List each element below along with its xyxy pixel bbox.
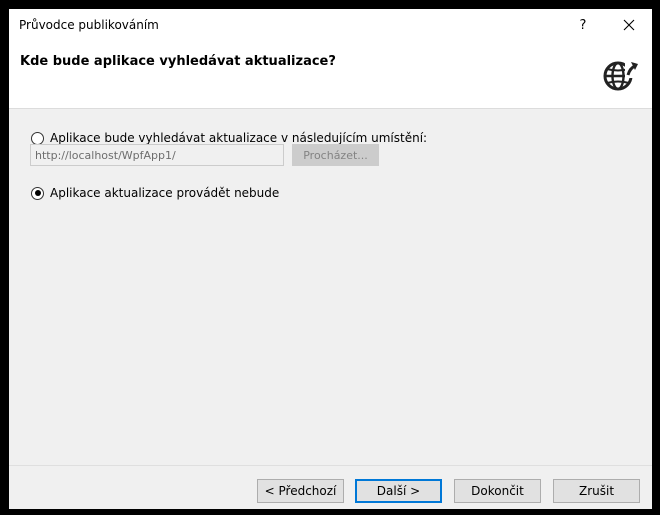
radio-label-check-location: Aplikace bude vyhledávat aktualizace v n… — [50, 131, 428, 145]
radio-label-no-updates: Aplikace aktualizace provádět nebude — [50, 186, 280, 200]
close-icon — [623, 19, 635, 31]
globe-arrow-icon — [603, 60, 639, 91]
radio-button-no-updates[interactable] — [31, 186, 44, 200]
radio-check-location[interactable]: Aplikace bude vyhledávat aktualizace v n… — [31, 131, 427, 145]
page-title: Kde bude aplikace vyhledávat aktualizace… — [20, 54, 336, 69]
wizard-content: Aplikace bude vyhledávat aktualizace v n… — [9, 109, 652, 465]
previous-button[interactable]: < Předchozí — [257, 479, 344, 503]
cancel-button[interactable]: Zrušit — [553, 479, 640, 503]
radio-no-updates[interactable]: Aplikace aktualizace provádět nebude — [31, 186, 279, 200]
update-location-input[interactable] — [30, 144, 284, 166]
help-button[interactable]: ? — [560, 9, 606, 41]
finish-button[interactable]: Dokončit — [454, 479, 541, 503]
window-title: Průvodce publikováním — [19, 18, 159, 32]
wizard-footer: < Předchozí Další > Dokončit Zrušit — [9, 465, 652, 509]
publish-wizard-dialog: Průvodce publikováním ? Kde bude aplikac… — [9, 9, 652, 509]
wizard-header: Kde bude aplikace vyhledávat aktualizace… — [9, 41, 652, 109]
radio-button-check-location[interactable] — [31, 131, 44, 145]
title-bar[interactable]: Průvodce publikováním ? — [9, 9, 652, 41]
close-button[interactable] — [606, 9, 652, 41]
browse-button[interactable]: Procházet... — [292, 144, 379, 166]
next-button[interactable]: Další > — [355, 479, 442, 503]
